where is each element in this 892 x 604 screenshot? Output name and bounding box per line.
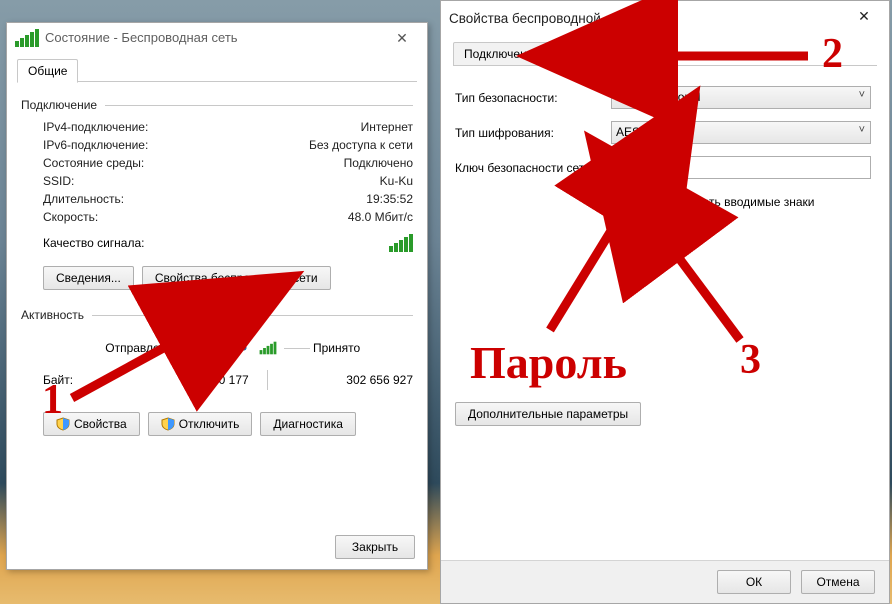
group-activity: Активность Отправлено Принято: [21, 304, 413, 436]
divider: [267, 370, 268, 390]
signal-bars-icon: [389, 234, 413, 252]
close-button[interactable]: Закрыть: [335, 535, 415, 559]
group-connection: Подключение IPv4-подключение: Интернет IP…: [21, 94, 413, 290]
show-characters-label: Отображать вводимые знаки: [653, 195, 814, 209]
duration-value: 19:35:52: [366, 192, 413, 206]
monitors-icon: [206, 330, 252, 366]
media-value: Подключено: [344, 156, 413, 170]
recv-label: Принято: [313, 341, 413, 355]
line-right: [284, 348, 310, 349]
encryption-type-select[interactable]: AES: [611, 121, 871, 144]
security-type-label: Тип безопасности:: [455, 91, 611, 105]
wireless-properties-button[interactable]: Свойства беспроводной сети: [142, 266, 331, 290]
mini-signal-icon: [260, 342, 277, 355]
cancel-button[interactable]: Отмена: [801, 570, 875, 594]
bytes-label: Байт:: [43, 373, 121, 387]
speed-label: Скорость:: [43, 210, 98, 224]
divider: [105, 105, 413, 106]
group-connection-title: Подключение: [21, 98, 97, 112]
line-left: [176, 348, 202, 349]
group-activity-title: Активность: [21, 308, 84, 322]
ipv4-value: Интернет: [361, 120, 413, 134]
advanced-settings-button[interactable]: Дополнительные параметры: [455, 402, 641, 426]
ipv4-label: IPv4-подключение:: [43, 120, 148, 134]
speed-value: 48.0 Мбит/с: [348, 210, 413, 224]
encryption-type-label: Тип шифрования:: [455, 126, 611, 140]
properties-button[interactable]: Свойства: [43, 412, 140, 436]
dialog-button-bar: ОК Отмена: [441, 560, 889, 603]
disable-button[interactable]: Отключить: [148, 412, 253, 436]
sent-label: Отправлено: [43, 341, 173, 355]
details-button[interactable]: Сведения...: [43, 266, 134, 290]
properties-window: Свойства беспроводной сети Ku-Ku ✕ Подкл…: [440, 0, 890, 604]
tab-security[interactable]: Безопасность: [551, 42, 650, 66]
security-key-label: Ключ безопасности сети: [455, 161, 611, 175]
ok-button[interactable]: ОК: [717, 570, 791, 594]
properties-tabs: ПодключениеБезопасность: [453, 41, 877, 66]
divider: [92, 315, 413, 316]
security-key-input[interactable]: [611, 156, 871, 179]
ipv6-label: IPv6-подключение:: [43, 138, 148, 152]
status-title: Состояние - Беспроводная сеть: [45, 23, 238, 53]
disable-button-label: Отключить: [179, 417, 240, 431]
signal-icon: [15, 29, 39, 47]
bytes-sent: 90 360 177: [121, 373, 248, 387]
status-window: Состояние - Беспроводная сеть ✕ Общие По…: [6, 22, 428, 570]
media-label: Состояние среды:: [43, 156, 144, 170]
bytes-recv: 302 656 927: [286, 373, 413, 387]
duration-label: Длительность:: [43, 192, 124, 206]
tab-connection[interactable]: Подключение: [453, 42, 551, 66]
properties-title: Свойства беспроводной сети Ku-Ku: [449, 1, 673, 37]
properties-titlebar: Свойства беспроводной сети Ku-Ku ✕: [441, 1, 889, 37]
status-titlebar: Состояние - Беспроводная сеть ✕: [7, 23, 427, 53]
close-icon[interactable]: ✕: [841, 1, 887, 31]
shield-icon: [161, 417, 175, 431]
ipv6-value: Без доступа к сети: [309, 138, 413, 152]
tab-general[interactable]: Общие: [17, 59, 78, 83]
status-tabs: Общие: [17, 57, 417, 82]
close-icon[interactable]: ✕: [379, 23, 425, 53]
security-type-select[interactable]: WPA2-Personal: [611, 86, 871, 109]
ssid-value: Ku-Ku: [380, 174, 413, 188]
properties-button-label: Свойства: [74, 417, 127, 431]
security-form: Тип безопасности: WPA2-Personal Тип шифр…: [441, 66, 889, 426]
diagnostics-button[interactable]: Диагностика: [260, 412, 356, 436]
quality-label: Качество сигнала:: [43, 236, 144, 250]
shield-icon: [56, 417, 70, 431]
show-characters-checkbox[interactable]: [629, 194, 644, 209]
ssid-label: SSID:: [43, 174, 74, 188]
